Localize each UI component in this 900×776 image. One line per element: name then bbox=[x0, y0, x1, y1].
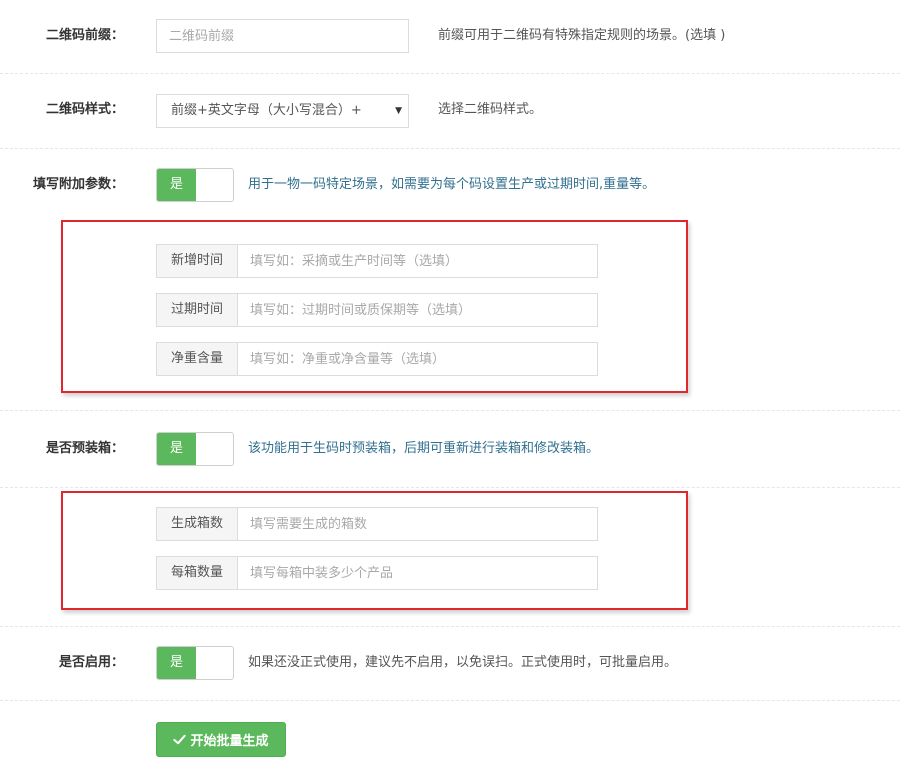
extra-params-toggle[interactable]: 是 bbox=[156, 168, 234, 202]
extra-params-label: 填写附加参数： bbox=[32, 177, 124, 192]
style-select-value: 前缀+英文字母（大小写混合）+ bbox=[171, 103, 362, 118]
extra-param-field-expire-time: 过期时间 bbox=[156, 293, 598, 327]
prepack-field-box-count: 生成箱数 bbox=[156, 507, 598, 541]
prepack-field-per-box: 每箱数量 bbox=[156, 556, 598, 590]
divider bbox=[0, 410, 900, 411]
field-addon-label: 净重含量 bbox=[157, 343, 238, 375]
check-icon bbox=[173, 734, 187, 745]
prefix-hint: 前缀可用于二维码有特殊指定规则的场景。(选填 ) bbox=[438, 28, 726, 43]
style-label: 二维码样式： bbox=[45, 102, 124, 117]
divider bbox=[0, 700, 900, 701]
start-batch-generate-button[interactable]: 开始批量生成 bbox=[156, 722, 286, 757]
expire-time-input[interactable] bbox=[238, 294, 597, 326]
style-hint: 选择二维码样式。 bbox=[438, 102, 543, 117]
extra-param-field-new-time: 新增时间 bbox=[156, 244, 598, 278]
divider bbox=[0, 73, 900, 74]
extra-params-hint: 用于一物一码特定场景，如需要为每个码设置生产或过期时间,重量等。 bbox=[248, 177, 656, 192]
prefix-input[interactable] bbox=[156, 19, 409, 53]
field-addon-label: 过期时间 bbox=[157, 294, 238, 326]
chevron-down-icon: ▼ bbox=[395, 106, 402, 116]
prefix-label: 二维码前缀： bbox=[45, 28, 124, 43]
prepack-hint: 该功能用于生码时预装箱，后期可重新进行装箱和修改装箱。 bbox=[248, 441, 600, 456]
submit-label: 开始批量生成 bbox=[190, 734, 269, 749]
toggle-on-label: 是 bbox=[157, 433, 196, 465]
divider bbox=[0, 148, 900, 149]
toggle-on-label: 是 bbox=[157, 647, 196, 679]
enable-toggle[interactable]: 是 bbox=[156, 646, 234, 680]
new-time-input[interactable] bbox=[238, 245, 597, 277]
net-weight-input[interactable] bbox=[238, 343, 597, 375]
prepack-label: 是否预装箱： bbox=[45, 441, 124, 456]
enable-hint: 如果还没正式使用，建议先不启用，以免误扫。正式使用时，可批量启用。 bbox=[248, 655, 678, 670]
divider bbox=[0, 626, 900, 627]
divider bbox=[0, 487, 900, 488]
style-select[interactable]: 前缀+英文字母（大小写混合）+ ▼ bbox=[156, 94, 409, 128]
box-count-input[interactable] bbox=[238, 508, 597, 540]
enable-label: 是否启用： bbox=[58, 655, 124, 670]
extra-param-field-net-weight: 净重含量 bbox=[156, 342, 598, 376]
per-box-input[interactable] bbox=[238, 557, 597, 589]
prepack-toggle[interactable]: 是 bbox=[156, 432, 234, 466]
field-addon-label: 生成箱数 bbox=[157, 508, 238, 540]
field-addon-label: 新增时间 bbox=[157, 245, 238, 277]
field-addon-label: 每箱数量 bbox=[157, 557, 238, 589]
toggle-on-label: 是 bbox=[157, 169, 196, 201]
